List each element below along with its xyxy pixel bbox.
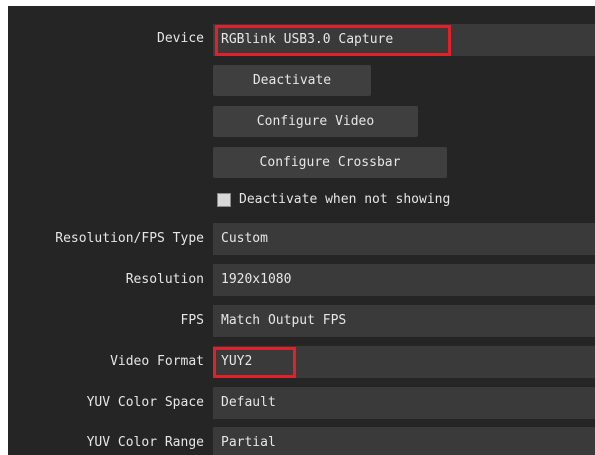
device-label: Device bbox=[157, 31, 204, 46]
yuv-color-range-dropdown[interactable]: Partial bbox=[213, 427, 595, 455]
fps-dropdown[interactable]: Match Output FPS bbox=[213, 305, 595, 337]
yuv-color-range-label: YUV Color Range bbox=[86, 435, 204, 450]
yuv-color-space-label: YUV Color Space bbox=[86, 395, 204, 410]
yuv-color-range-value: Partial bbox=[221, 435, 276, 450]
resolution-fps-type-label: Resolution/FPS Type bbox=[55, 231, 204, 246]
deactivate-button[interactable]: Deactivate bbox=[213, 65, 371, 96]
fps-label: FPS bbox=[180, 313, 204, 328]
yuv-color-space-dropdown[interactable]: Default bbox=[213, 387, 595, 419]
device-dropdown[interactable]: RGBlink USB3.0 Capture bbox=[213, 24, 595, 56]
video-format-dropdown[interactable]: YUY2 bbox=[213, 346, 595, 378]
resolution-fps-type-dropdown[interactable]: Custom bbox=[213, 223, 595, 255]
configure-video-button[interactable]: Configure Video bbox=[213, 106, 418, 137]
deactivate-when-not-showing-label: Deactivate when not showing bbox=[239, 192, 451, 207]
resolution-label: Resolution bbox=[125, 272, 204, 287]
resolution-dropdown[interactable]: 1920x1080 bbox=[213, 264, 595, 296]
device-value: RGBlink USB3.0 Capture bbox=[221, 32, 394, 47]
properties-panel: Device RGBlink USB3.0 Capture Deactivate… bbox=[8, 6, 595, 455]
configure-crossbar-button[interactable]: Configure Crossbar bbox=[213, 147, 447, 178]
yuv-color-space-value: Default bbox=[221, 395, 276, 410]
resolution-value: 1920x1080 bbox=[221, 272, 292, 287]
video-format-value: YUY2 bbox=[221, 354, 253, 369]
resolution-fps-type-value: Custom bbox=[221, 231, 268, 246]
video-format-label: Video Format bbox=[110, 354, 204, 369]
fps-value: Match Output FPS bbox=[221, 313, 347, 328]
deactivate-when-not-showing-checkbox[interactable] bbox=[217, 193, 231, 207]
